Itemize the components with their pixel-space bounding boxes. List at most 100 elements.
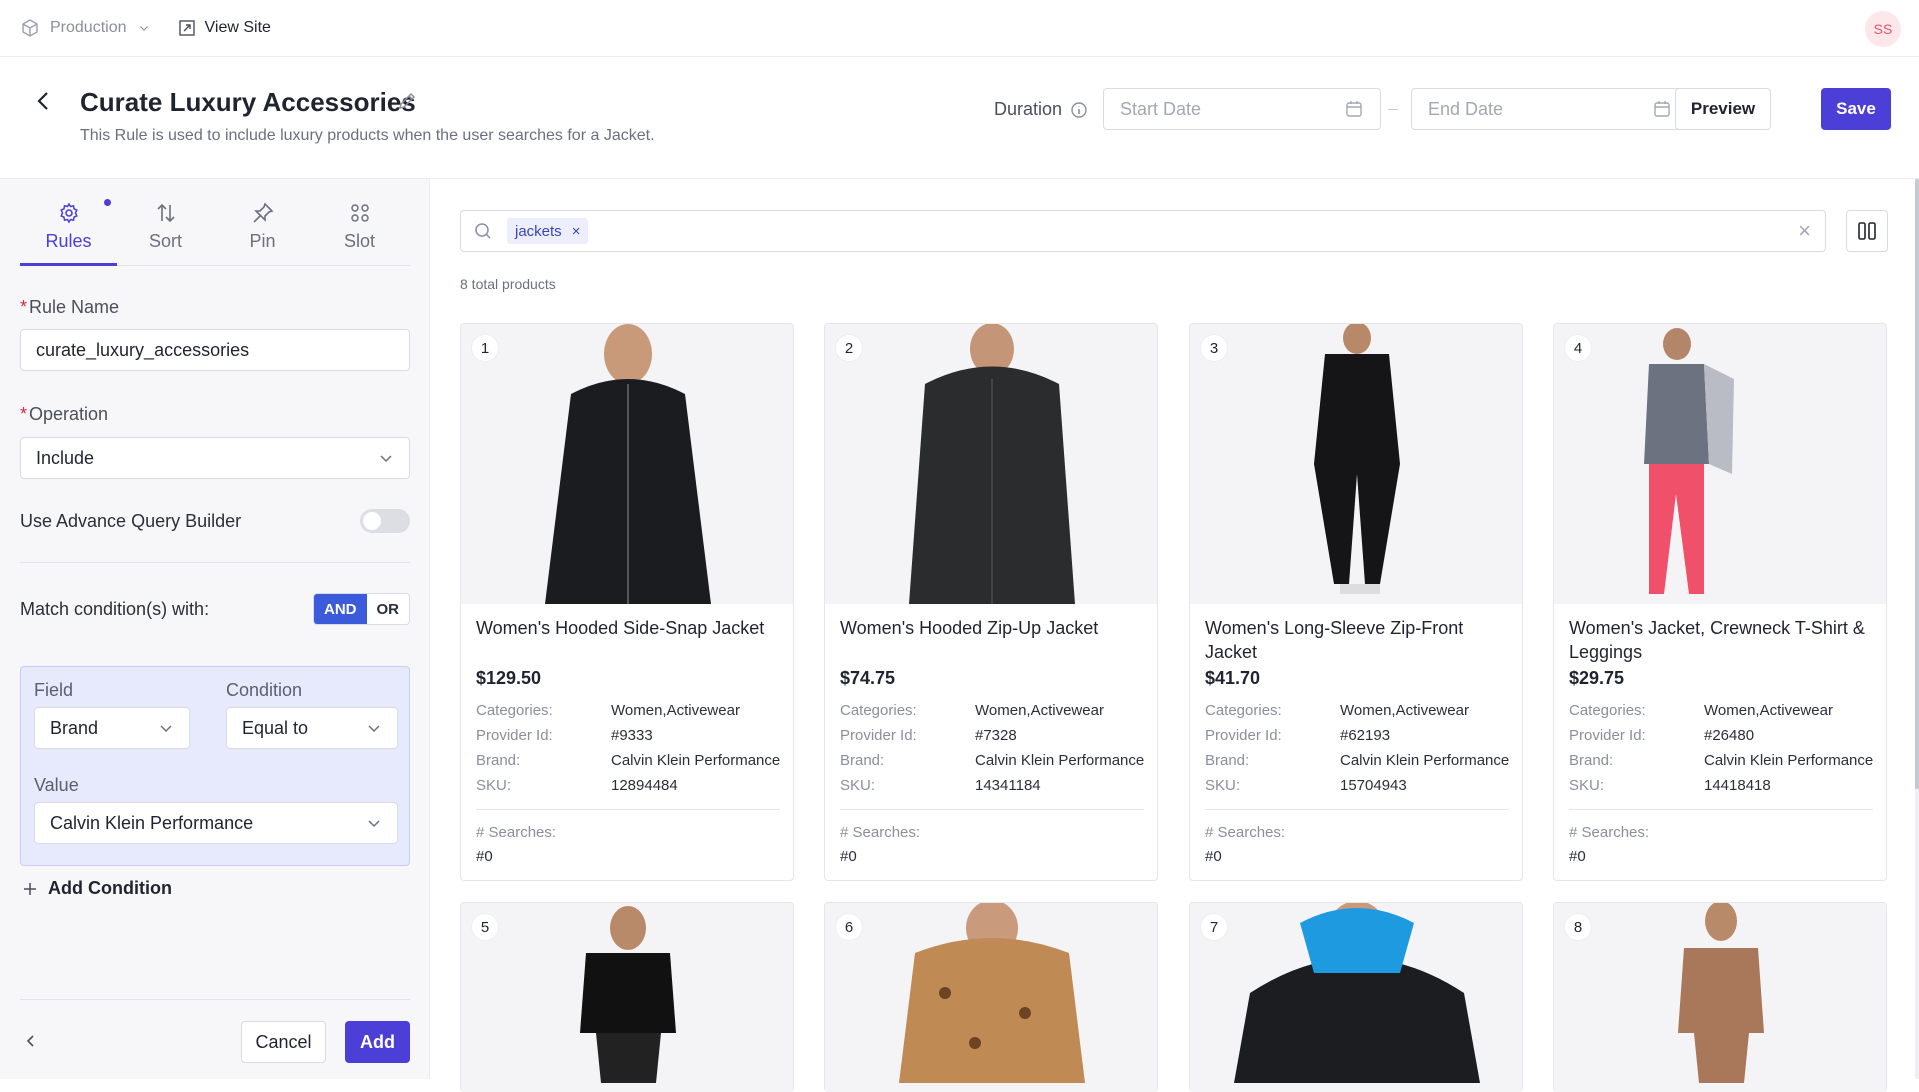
product-price: $129.50 — [476, 668, 542, 688]
card-divider — [1569, 809, 1873, 810]
search-chip[interactable]: jackets × — [507, 218, 589, 244]
brand-value: Calvin Klein Performance — [1704, 752, 1874, 769]
match-segmented-control: AND OR — [313, 593, 410, 625]
cube-icon — [22, 19, 38, 37]
chip-remove-icon[interactable]: × — [572, 223, 581, 240]
add-condition-button[interactable]: Add Condition — [22, 878, 172, 899]
match-and-button[interactable]: AND — [314, 594, 367, 624]
provider-label: Provider Id: — [476, 727, 553, 744]
tab-pin[interactable]: Pin — [214, 199, 311, 266]
chevron-down-icon — [368, 725, 380, 733]
tab-rules[interactable]: Rules — [20, 199, 117, 266]
brand-label: Brand: — [840, 752, 885, 769]
product-name: Women's Hooded Zip-Up Jacket — [840, 618, 1099, 638]
brand-label: Brand: — [1205, 752, 1250, 769]
add-condition-label: Add Condition — [48, 878, 172, 898]
sku-value: 14418418 — [1704, 777, 1771, 794]
calendar-icon — [1346, 101, 1362, 117]
rule-name-label: * Rule Name — [20, 297, 120, 317]
top-nav: Production View Site SS — [0, 0, 1919, 57]
page-header: Curate Luxury Accessories This Rule is u… — [0, 57, 1919, 179]
total-products: 8 total products — [460, 276, 556, 292]
tab-sort[interactable]: Sort — [117, 199, 214, 266]
searches-value: #0 — [840, 848, 857, 865]
scrollbar-thumb[interactable] — [1915, 179, 1919, 789]
rule-name-input[interactable]: curate_luxury_accessories — [20, 329, 410, 371]
preview-button[interactable]: Preview — [1675, 88, 1771, 130]
product-position: 3 — [1201, 335, 1227, 361]
product-position: 5 — [472, 914, 498, 940]
edit-pencil-icon[interactable] — [396, 90, 418, 112]
chevron-down-icon — [160, 725, 172, 733]
provider-value: #9333 — [611, 727, 653, 744]
product-image — [461, 903, 793, 1092]
product-image — [1554, 324, 1886, 604]
product-card[interactable]: 4 Women's Jacket, Crewneck T-Shirt & Legg… — [1553, 323, 1887, 881]
duration-label: Duration — [994, 99, 1088, 120]
brand-value: Calvin Klein Performance — [611, 752, 781, 769]
page-subtitle: This Rule is used to include luxury prod… — [80, 127, 655, 144]
product-search-bar[interactable]: jackets × × — [460, 210, 1826, 252]
add-button[interactable]: Add — [345, 1021, 410, 1063]
save-button[interactable]: Save — [1821, 88, 1891, 130]
product-card[interactable]: 8 — [1553, 902, 1887, 1092]
slot-grid-icon — [350, 204, 369, 222]
provider-value: #26480 — [1704, 727, 1755, 744]
product-card[interactable]: 6 — [824, 902, 1158, 1092]
unsaved-dot — [104, 199, 111, 206]
date-separator — [1388, 109, 1398, 110]
product-position: 4 — [1565, 335, 1591, 361]
start-date-field[interactable]: Start Date — [1103, 88, 1381, 130]
sku-label: SKU: — [840, 777, 876, 794]
product-name: Women's Hooded Side-Snap Jacket — [476, 618, 765, 638]
operation-value: Include — [36, 447, 95, 468]
condition-select[interactable]: Equal to — [226, 707, 398, 749]
sku-value: 14341184 — [975, 777, 1041, 794]
searches-value: #0 — [476, 848, 493, 865]
tab-pin-label: Pin — [249, 231, 276, 251]
provider-label: Provider Id: — [1569, 727, 1646, 744]
searches-label: # Searches: — [1205, 824, 1286, 841]
avatar[interactable]: SS — [1865, 11, 1901, 47]
collapse-left-icon[interactable] — [22, 1032, 40, 1050]
chevron-down-icon — [380, 455, 392, 463]
match-or-button[interactable]: OR — [366, 594, 409, 624]
product-name: Women's Long-Sleeve Zip-Front Jacket — [1205, 618, 1464, 662]
categories-label: Categories: — [840, 702, 917, 719]
condition-box: Field Condition Brand Equal to Value Cal… — [20, 666, 410, 866]
cancel-button[interactable]: Cancel — [241, 1021, 326, 1063]
searches-value: #0 — [1205, 848, 1222, 865]
page-title: Curate Luxury Accessories — [80, 87, 416, 117]
product-card[interactable]: 1 Women's Hooded Side-Snap Jacket $129.50 C… — [460, 323, 794, 881]
product-card[interactable]: 3 Women's Long-Sleeve Zip-Front Jacket $41… — [1189, 323, 1523, 881]
product-card[interactable]: 2 Women's Hooded Zip-Up Jacket $74.75 Categ… — [824, 323, 1158, 881]
advance-query-label: Use Advance Query Builder — [20, 510, 242, 531]
product-image — [1554, 903, 1886, 1092]
advance-query-toggle[interactable] — [360, 509, 410, 533]
value-label: Value — [34, 775, 79, 795]
value-select[interactable]: Calvin Klein Performance — [34, 802, 398, 844]
product-position: 7 — [1201, 914, 1227, 940]
sku-label: SKU: — [1205, 777, 1241, 794]
categories-label: Categories: — [1569, 702, 1646, 719]
layout-toggle-button[interactable] — [1846, 210, 1888, 252]
end-date-placeholder: End Date — [1428, 98, 1504, 119]
back-arrow-icon[interactable] — [32, 89, 56, 113]
product-price: $74.75 — [840, 668, 896, 688]
view-site-link[interactable]: View Site — [177, 18, 271, 38]
field-select[interactable]: Brand — [34, 707, 190, 749]
searches-label: # Searches: — [1569, 824, 1650, 841]
columns-icon — [1858, 222, 1876, 240]
end-date-field[interactable]: End Date — [1411, 88, 1689, 130]
value-value: Calvin Klein Performance — [50, 812, 254, 833]
operation-select[interactable]: Include — [20, 437, 410, 479]
sku-label: SKU: — [1569, 777, 1605, 794]
product-card[interactable]: 5 — [460, 902, 794, 1092]
match-label: Match condition(s) with: — [20, 598, 210, 619]
chevron-down-icon — [139, 26, 148, 31]
product-card[interactable]: 7 — [1189, 902, 1523, 1092]
info-icon[interactable] — [1070, 101, 1088, 119]
clear-search-icon[interactable]: × — [1798, 220, 1811, 242]
tab-slot[interactable]: Slot — [311, 199, 408, 266]
environment-selector[interactable]: Production — [20, 18, 151, 38]
